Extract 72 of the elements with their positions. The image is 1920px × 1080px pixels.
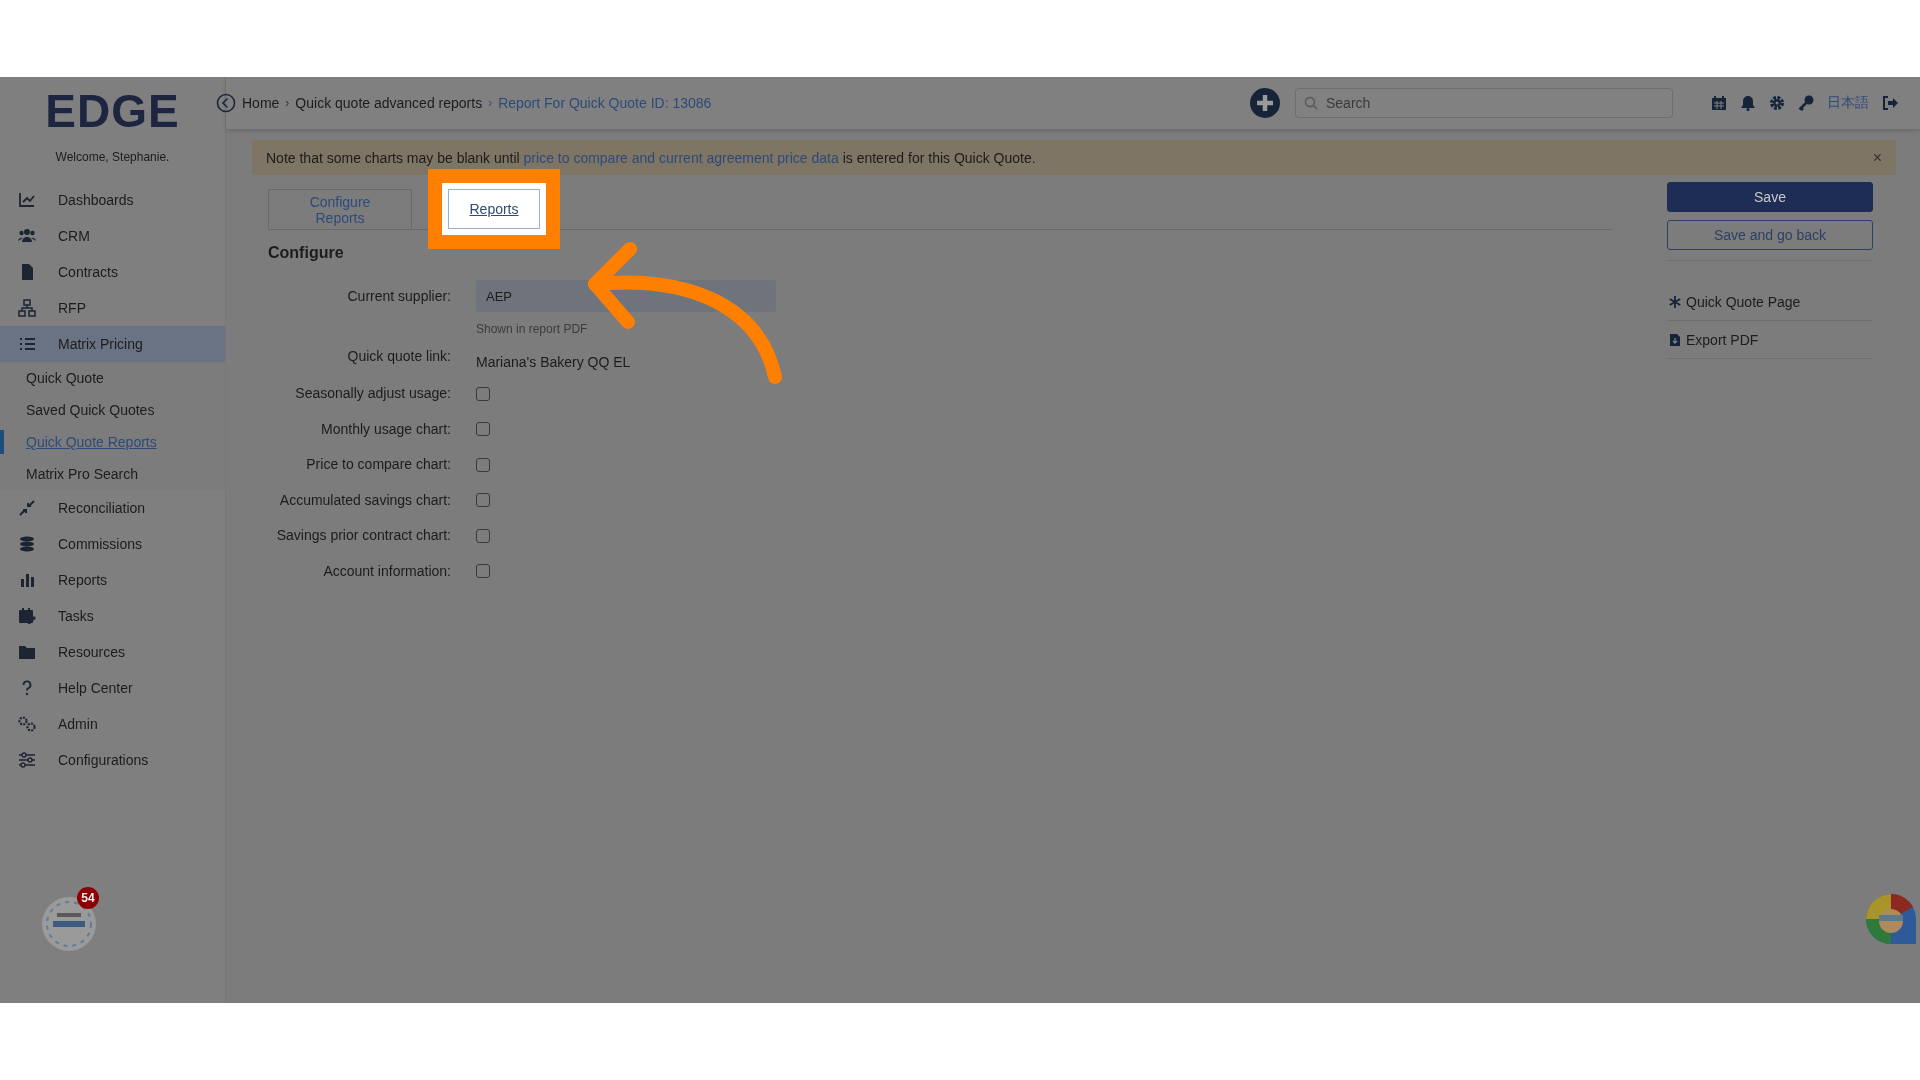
sidebar-item[interactable]: CRM bbox=[0, 218, 225, 254]
welcome-text: Welcome, Stephanie. bbox=[55, 150, 170, 164]
sidebar-item[interactable]: Contracts bbox=[0, 254, 225, 290]
checkbox[interactable] bbox=[476, 457, 490, 472]
back-icon bbox=[216, 93, 236, 113]
sidebar-item[interactable]: Admin bbox=[0, 706, 225, 742]
field-label: Seasonally adjust usage: bbox=[295, 384, 451, 403]
field-label: Price to compare chart: bbox=[306, 455, 451, 474]
field-label: Account information: bbox=[323, 561, 451, 581]
folder-icon bbox=[18, 643, 36, 661]
sidebar-item[interactable]: Matrix Pricing bbox=[0, 326, 225, 362]
sidebar-item[interactable]: Commissions bbox=[0, 526, 225, 562]
key-icon bbox=[1798, 95, 1814, 111]
coins-icon bbox=[18, 535, 36, 553]
breadcrumb-separator: › bbox=[285, 96, 290, 110]
field-value: Mariana's Bakery QQ EL bbox=[476, 354, 631, 370]
search-field[interactable]: Search bbox=[1295, 88, 1673, 118]
breadcrumb-separator: › bbox=[488, 96, 493, 110]
notice-text: Note that some charts may be blank until price to compare and current agreement price data is entered for this Quick Quote. bbox=[266, 149, 1037, 166]
sidebar-item[interactable]: Reconciliation bbox=[0, 490, 225, 526]
checkbox[interactable] bbox=[476, 564, 490, 579]
notification-badge: 54 bbox=[77, 887, 99, 909]
calendar-icon bbox=[1711, 95, 1727, 111]
sidebar-item[interactable]: Tasks bbox=[0, 598, 225, 634]
bar-chart-icon bbox=[18, 571, 36, 589]
network-icon bbox=[18, 299, 36, 317]
breadcrumb-link[interactable]: Quick quote advanced reports bbox=[295, 95, 483, 111]
logo[interactable]: EDGE bbox=[45, 87, 180, 135]
sliders-icon bbox=[18, 751, 36, 769]
users-icon bbox=[18, 227, 36, 245]
sidebar-item[interactable]: Dashboards bbox=[0, 182, 225, 218]
sidebar-item[interactable]: Resources bbox=[0, 634, 225, 670]
field-label: Quick quote link: bbox=[347, 347, 451, 366]
sidebar-subitem[interactable]: Quick Quote Reports bbox=[26, 434, 157, 450]
assistant-avatar-icon bbox=[1865, 893, 1917, 945]
save-and-back-button[interactable]: Save and go back bbox=[1667, 220, 1873, 250]
bell-icon bbox=[1740, 95, 1756, 111]
checkbox[interactable] bbox=[476, 422, 490, 437]
field-label: Current supplier: bbox=[347, 287, 451, 306]
chart-line-icon bbox=[18, 191, 36, 209]
sidebar-item[interactable]: Reports bbox=[0, 562, 225, 598]
close-button[interactable]: × bbox=[1872, 148, 1882, 167]
checkbox[interactable] bbox=[476, 493, 490, 508]
list-icon bbox=[18, 335, 36, 353]
language-link[interactable]: 日本語 bbox=[1827, 94, 1869, 112]
breadcrumb-link[interactable]: Report For Quick Quote ID: 13086 bbox=[498, 95, 712, 111]
action-link[interactable]: Export PDF bbox=[1667, 321, 1873, 359]
save-button[interactable]: Save bbox=[1667, 182, 1873, 212]
logout-icon bbox=[1882, 95, 1898, 111]
action-link[interactable]: Quick Quote Page bbox=[1667, 283, 1873, 321]
sidebar-subitem[interactable]: Matrix Pro Search bbox=[26, 466, 139, 482]
add-icon bbox=[1249, 87, 1281, 119]
field-label: Savings prior contract chart: bbox=[276, 526, 451, 545]
compress-arrows-icon bbox=[18, 499, 36, 517]
sidebar-item[interactable]: RFP bbox=[0, 290, 225, 326]
field-hint: Shown in report PDF bbox=[476, 322, 588, 336]
tab[interactable]: Configure Reports bbox=[268, 189, 412, 229]
sidebar-item[interactable]: Configurations bbox=[0, 742, 225, 778]
checkbox[interactable] bbox=[476, 386, 490, 401]
sidebar-subitem[interactable]: Saved Quick Quotes bbox=[26, 402, 155, 418]
field-label: Accumulated savings chart: bbox=[279, 490, 451, 510]
calendar-edit-icon bbox=[18, 607, 36, 625]
field-label: Monthly usage chart: bbox=[321, 419, 451, 439]
checkbox[interactable] bbox=[476, 528, 490, 543]
search-icon bbox=[1304, 96, 1318, 110]
sidebar-item[interactable]: Help Center bbox=[0, 670, 225, 706]
sidebar-subitem[interactable]: Quick Quote bbox=[26, 370, 104, 386]
tab[interactable]: Reports bbox=[448, 189, 540, 229]
pdf-file-icon bbox=[1669, 333, 1681, 346]
asterisk-icon bbox=[1669, 295, 1681, 308]
section-heading: Configure bbox=[268, 244, 344, 262]
breadcrumb-link[interactable]: Home bbox=[242, 95, 280, 111]
